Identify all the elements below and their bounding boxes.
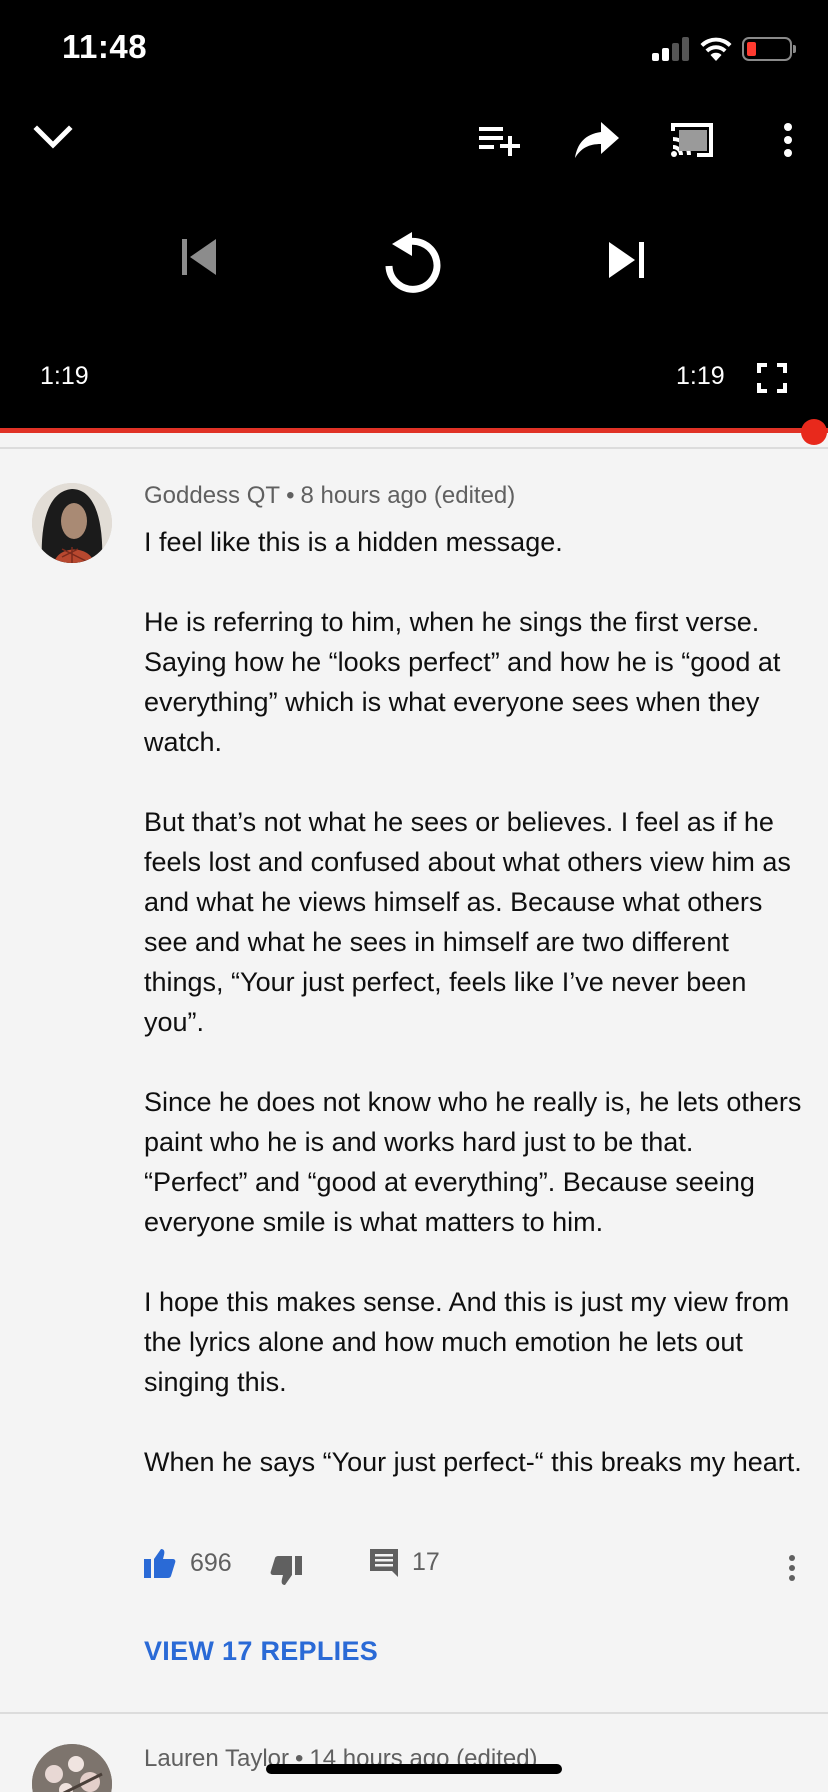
battery-icon xyxy=(742,37,796,61)
thumbs-up-icon xyxy=(144,1549,176,1578)
cellular-signal-icon xyxy=(652,37,690,61)
comment-paragraph: Since he does not know who he really is,… xyxy=(144,1087,802,1237)
comment-actions: 696 17 xyxy=(144,1548,804,1592)
chevron-down-icon[interactable] xyxy=(28,118,78,158)
comment-time: 8 hours ago (edited) xyxy=(300,482,516,509)
elapsed-time: 1:19 xyxy=(40,362,89,390)
meta-separator: • xyxy=(286,482,295,509)
divider xyxy=(0,1712,828,1714)
dislike-button[interactable] xyxy=(270,1556,302,1586)
more-vert-icon[interactable] xyxy=(774,120,802,160)
progress-bar[interactable] xyxy=(0,428,828,433)
replay-icon[interactable] xyxy=(376,222,448,298)
comment-text: I feel like this is a hidden message. He… xyxy=(144,522,804,1482)
comment-more-icon[interactable] xyxy=(788,1554,796,1582)
thumbs-down-icon xyxy=(270,1556,302,1585)
video-player[interactable]: 11:48 1:19 1:19 xyxy=(0,0,828,445)
reply-button[interactable]: 17 xyxy=(370,1548,440,1577)
status-bar-time: 11:48 xyxy=(62,28,148,65)
comment-paragraph: When he says “Your just perfect-“ this b… xyxy=(144,1447,802,1477)
comment-paragraph: But that’s not what he sees or believes.… xyxy=(144,807,791,1037)
comment-paragraph: He is referring to him, when he sings th… xyxy=(144,607,781,757)
like-count: 696 xyxy=(190,1548,232,1577)
comment-paragraph: I feel like this is a hidden message. xyxy=(144,527,563,557)
like-button[interactable]: 696 xyxy=(144,1548,232,1578)
comment-meta: Goddess QT • 8 hours ago (edited) xyxy=(144,482,515,510)
add-to-queue-icon[interactable] xyxy=(476,120,522,158)
wifi-icon xyxy=(698,34,734,62)
progress-scrubber-handle[interactable] xyxy=(801,419,827,445)
cast-icon[interactable] xyxy=(668,120,716,160)
next-icon[interactable] xyxy=(604,238,650,282)
view-replies-button[interactable]: VIEW 17 REPLIES xyxy=(144,1636,378,1667)
comment-author[interactable]: Goddess QT xyxy=(144,482,280,509)
home-indicator[interactable] xyxy=(266,1764,562,1774)
reply-count: 17 xyxy=(412,1548,440,1576)
avatar[interactable] xyxy=(32,483,112,563)
share-icon[interactable] xyxy=(572,118,622,162)
total-time: 1:19 xyxy=(676,362,725,390)
divider xyxy=(0,447,828,449)
comment-paragraph: I hope this makes sense. And this is jus… xyxy=(144,1287,790,1397)
previous-icon[interactable] xyxy=(178,236,220,278)
comment-icon xyxy=(370,1548,398,1577)
avatar[interactable] xyxy=(32,1744,112,1792)
fullscreen-icon[interactable] xyxy=(756,362,788,394)
